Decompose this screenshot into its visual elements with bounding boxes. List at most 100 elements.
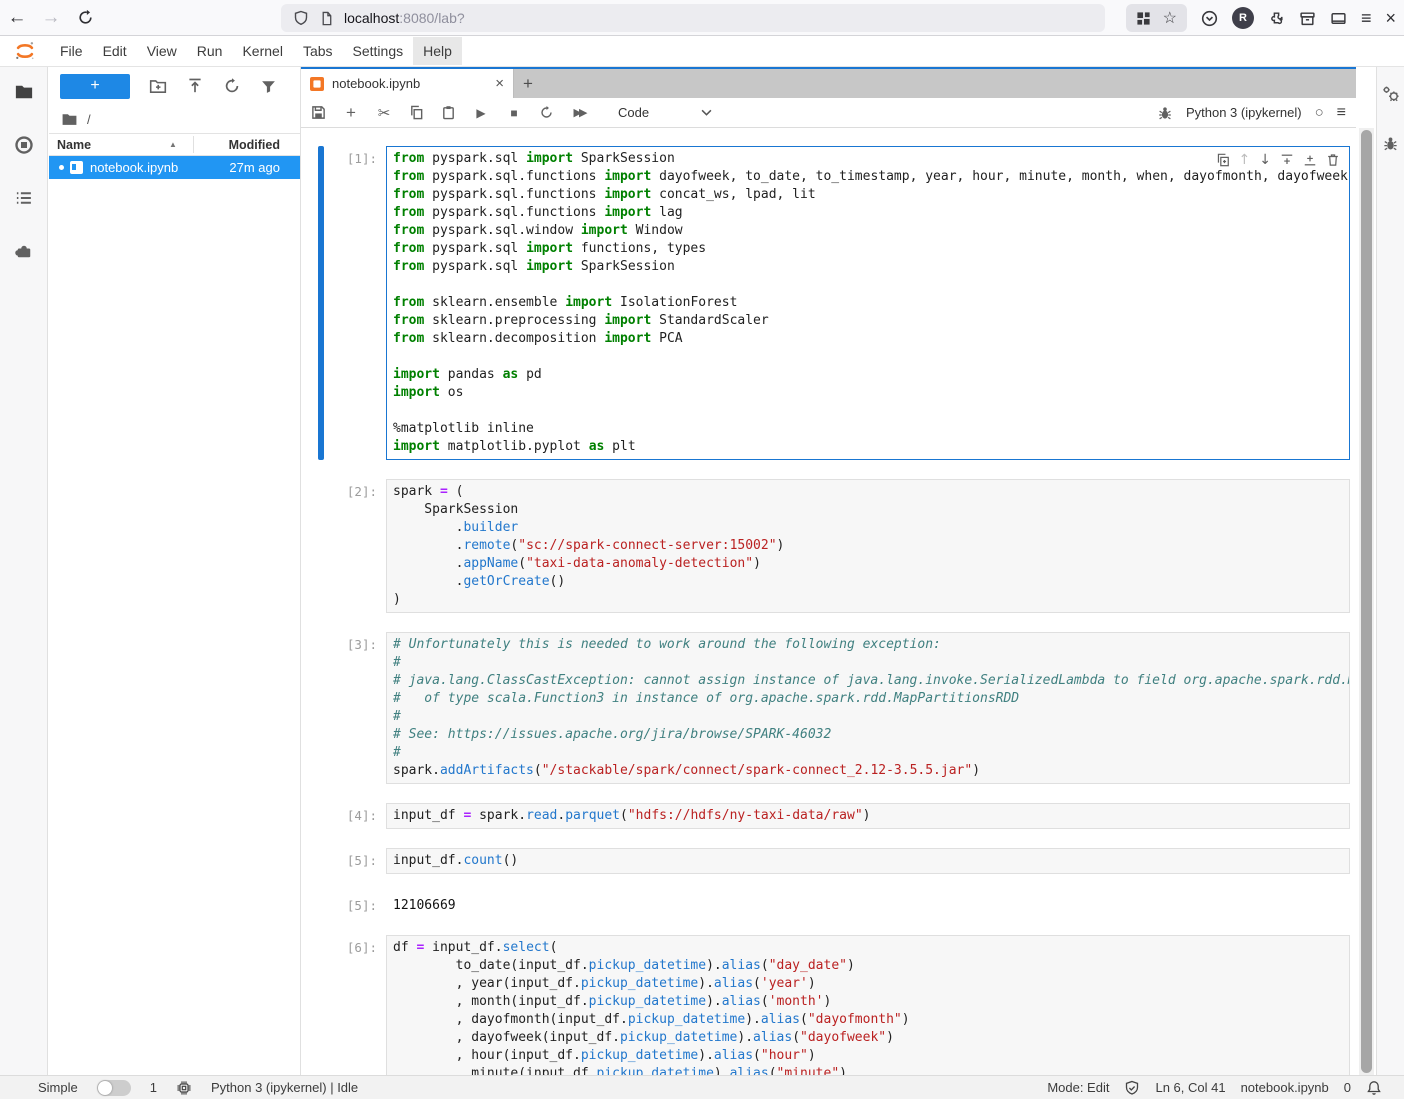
code-line: .getOrCreate(): [393, 573, 1343, 591]
notebook-tab-icon: [310, 77, 324, 91]
code-cell[interactable]: [2]:spark = ( SparkSession .builder .rem…: [318, 479, 1350, 613]
browser-forward-icon[interactable]: →: [34, 7, 68, 29]
code-cell[interactable]: [3]:# Unfortunately this is needed to wo…: [318, 632, 1350, 784]
insert-cell-icon[interactable]: +: [343, 103, 359, 123]
url-text[interactable]: localhost:8080/lab?: [344, 10, 465, 26]
restart-kernel-icon[interactable]: [539, 105, 554, 120]
cell-editor[interactable]: df = input_df.select( to_date(input_df.p…: [386, 935, 1350, 1075]
panel-menu-icon[interactable]: ≡: [1337, 104, 1346, 122]
kernel-count[interactable]: 1: [150, 1080, 157, 1095]
file-browser-tab-icon[interactable]: [14, 82, 34, 102]
menu-edit[interactable]: Edit: [93, 37, 137, 65]
new-folder-icon[interactable]: [149, 77, 167, 95]
code-cell[interactable]: [4]:input_df = spark.read.parquet("hdfs:…: [318, 803, 1350, 829]
status-bar: Simple 1 Python 3 (ipykernel) | Idle Mod…: [0, 1075, 1404, 1099]
mode-indicator[interactable]: Mode: Edit: [1047, 1080, 1109, 1095]
toggle-knob: [98, 1081, 112, 1095]
pocket-icon[interactable]: [1201, 10, 1218, 27]
bookmark-star-icon[interactable]: ☆: [1163, 8, 1177, 28]
breadcrumb-root[interactable]: /: [87, 112, 91, 127]
cell-editor[interactable]: # Unfortunately this is needed to work a…: [386, 632, 1350, 784]
bell-icon[interactable]: [1366, 1080, 1382, 1096]
url-bar[interactable]: localhost:8080/lab?: [281, 4, 1105, 32]
sort-ascending-icon[interactable]: ▲: [169, 140, 177, 149]
menu-file[interactable]: File: [50, 37, 93, 65]
cell-editor[interactable]: input_df = spark.read.parquet("hdfs://hd…: [386, 803, 1350, 829]
refresh-icon[interactable]: [223, 77, 241, 95]
code-cell[interactable]: [1]:from pyspark.sql import SparkSession…: [318, 146, 1350, 460]
debugger-sidebar-bug-icon[interactable]: [1382, 135, 1399, 152]
insert-cell-below-icon[interactable]: [1303, 153, 1317, 167]
new-launcher-button[interactable]: +: [60, 74, 130, 99]
code-line: # of type scala.Function3 in instance of…: [393, 690, 1343, 708]
code-line: input_df = spark.read.parquet("hdfs://hd…: [393, 807, 1343, 825]
extensions-puzzle-icon[interactable]: [1268, 10, 1285, 27]
archive-icon[interactable]: [1299, 10, 1316, 27]
code-line: from sklearn.preprocessing import Standa…: [393, 312, 1343, 330]
menu-view[interactable]: View: [137, 37, 187, 65]
debugger-bug-icon[interactable]: [1157, 105, 1173, 121]
table-of-contents-icon[interactable]: [14, 188, 34, 208]
cell-editor[interactable]: from pyspark.sql import SparkSessionfrom…: [386, 146, 1350, 460]
trusted-shield-icon[interactable]: [1124, 1080, 1140, 1096]
cut-cells-icon[interactable]: ✂: [376, 104, 392, 122]
scrollbar-thumb[interactable]: [1361, 130, 1372, 1073]
shield-icon[interactable]: [293, 10, 309, 26]
property-inspector-gears-icon[interactable]: [1382, 85, 1400, 103]
column-modified-label[interactable]: Modified: [229, 138, 280, 152]
move-cell-down-icon[interactable]: ↓: [1259, 152, 1271, 168]
simple-mode-toggle[interactable]: [97, 1080, 131, 1096]
interrupt-kernel-icon[interactable]: ■: [506, 106, 522, 120]
sidebar-window-icon[interactable]: [1330, 10, 1347, 27]
cell-editor[interactable]: spark = ( SparkSession .builder .remote(…: [386, 479, 1350, 613]
statusbar-filename[interactable]: notebook.ipynb: [1241, 1080, 1329, 1095]
menu-help[interactable]: Help: [413, 37, 462, 65]
new-tab-button[interactable]: +: [514, 69, 542, 98]
move-cell-up-icon[interactable]: ↑: [1239, 152, 1251, 168]
output-text: 12106669: [386, 893, 463, 919]
kernel-chip-icon[interactable]: [176, 1080, 192, 1096]
window-close-icon[interactable]: ×: [1385, 8, 1396, 29]
save-icon[interactable]: [311, 105, 326, 120]
browser-reload-icon[interactable]: [68, 9, 102, 26]
screenshot-grid-icon[interactable]: [1136, 11, 1151, 26]
copy-cells-icon[interactable]: [409, 105, 424, 120]
insert-cell-above-icon[interactable]: [1280, 153, 1294, 167]
browser-menu-icon[interactable]: ≡: [1361, 8, 1372, 29]
kernel-status-label[interactable]: Python 3 (ipykernel) | Idle: [211, 1080, 358, 1095]
run-cell-icon[interactable]: ▶: [473, 106, 489, 120]
home-folder-icon[interactable]: [61, 111, 78, 128]
menu-tabs[interactable]: Tabs: [293, 37, 343, 65]
cell-type-select[interactable]: Code: [618, 105, 712, 120]
delete-cell-icon[interactable]: [1326, 153, 1340, 167]
menu-settings[interactable]: Settings: [343, 37, 414, 65]
running-kernels-icon[interactable]: [14, 135, 34, 155]
kernel-status-icon[interactable]: ○: [1315, 104, 1324, 121]
column-name-label[interactable]: Name: [57, 138, 91, 152]
menu-kernel[interactable]: Kernel: [232, 37, 292, 65]
restart-run-all-icon[interactable]: ▶▶: [571, 106, 587, 119]
upload-icon[interactable]: [186, 77, 204, 95]
duplicate-cell-icon[interactable]: [1216, 153, 1230, 167]
browser-back-icon[interactable]: ←: [0, 7, 34, 29]
code-cell[interactable]: [5]:input_df.count(): [318, 848, 1350, 874]
menu-run[interactable]: Run: [187, 37, 233, 65]
notification-count[interactable]: 0: [1344, 1080, 1351, 1095]
tab-notebook[interactable]: notebook.ipynb ×: [301, 69, 514, 98]
cell-editor[interactable]: input_df.count(): [386, 848, 1350, 874]
cell-output-prompt: [5]:: [324, 893, 386, 919]
code-line: # Unfortunately this is needed to work a…: [393, 636, 1343, 654]
notebook-toolbar: + ✂ ▶ ■ ▶▶ Code: [301, 98, 1356, 128]
filter-icon[interactable]: [260, 78, 277, 95]
account-avatar[interactable]: R: [1232, 7, 1254, 29]
cell-input-prompt: [5]:: [324, 848, 386, 874]
cursor-position[interactable]: Ln 6, Col 41: [1155, 1080, 1225, 1095]
file-row-selected[interactable]: notebook.ipynb 27m ago: [49, 156, 300, 179]
code-cell[interactable]: [6]:df = input_df.select( to_date(input_…: [318, 935, 1350, 1075]
paste-cells-icon[interactable]: [441, 105, 456, 120]
code-line: , minute(input_df.pickup_datetime).alias…: [393, 1065, 1343, 1075]
tab-close-icon[interactable]: ×: [495, 75, 504, 92]
extension-manager-icon[interactable]: [14, 241, 34, 261]
kernel-name-label[interactable]: Python 3 (ipykernel): [1186, 105, 1302, 120]
code-line: , dayofmonth(input_df.pickup_datetime).a…: [393, 1011, 1343, 1029]
